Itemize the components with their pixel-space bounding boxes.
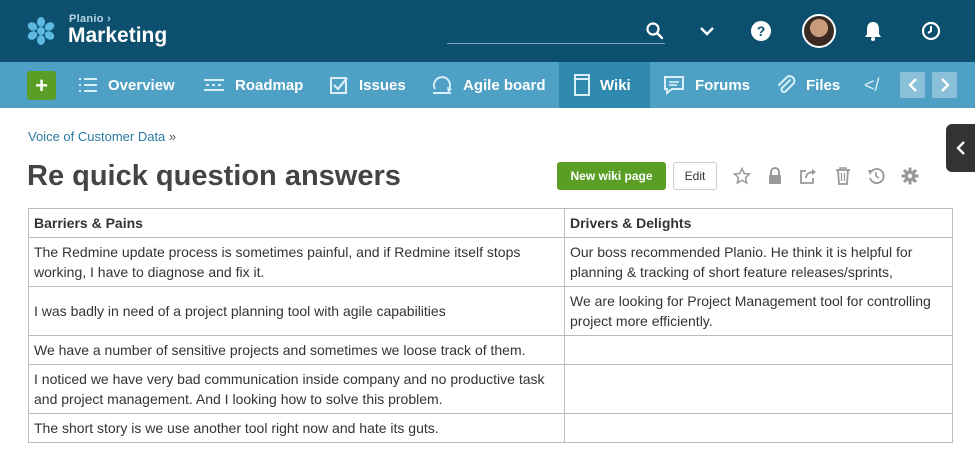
table-cell: I was badly in need of a project plannin…	[28, 286, 565, 336]
tab-label: Forums	[695, 76, 751, 94]
code-icon: </	[864, 74, 880, 95]
table-cell	[564, 335, 953, 365]
table-header-row: Barriers & Pains Drivers & Delights	[28, 208, 953, 238]
trash-icon[interactable]	[833, 166, 853, 186]
column-header-barriers: Barriers & Pains	[28, 208, 565, 238]
chevron-left-icon	[955, 141, 965, 155]
table-row: The Redmine update process is sometimes …	[28, 237, 953, 287]
paperclip-icon	[778, 75, 796, 93]
table-cell	[564, 413, 953, 443]
svg-text:?: ?	[757, 23, 766, 39]
project-name[interactable]: Marketing	[68, 24, 167, 48]
table-cell: I noticed we have very bad communication…	[28, 364, 565, 414]
table-row: I noticed we have very bad communication…	[28, 364, 953, 414]
agile-icon	[433, 76, 452, 94]
table-cell: The short story is we use another tool r…	[28, 413, 565, 443]
tab-roadmap[interactable]: Roadmap	[203, 62, 303, 108]
menu-scroll-right-button[interactable]	[932, 72, 957, 98]
tab-files[interactable]: Files	[776, 62, 840, 108]
sidebar-toggle-button[interactable]	[946, 124, 975, 172]
table-row: We have a number of sensitive projects a…	[28, 335, 953, 365]
project-menu: + Overview Roadmap Issues Agile board Wi…	[0, 62, 975, 108]
clock-icon[interactable]	[918, 18, 944, 44]
table-cell: We are looking for Project Management to…	[564, 286, 953, 336]
tab-label: Overview	[108, 76, 175, 94]
wiki-table: Barriers & Pains Drivers & Delights The …	[28, 208, 953, 443]
tab-issues[interactable]: Issues	[329, 62, 406, 108]
table-row: I was badly in need of a project plannin…	[28, 286, 953, 336]
tab-overview[interactable]: Overview	[78, 62, 185, 108]
tab-label: Issues	[359, 76, 406, 94]
tab-label: Wiki	[600, 76, 631, 94]
lock-icon[interactable]	[765, 166, 785, 186]
tab-agile-board[interactable]: Agile board	[431, 62, 546, 108]
planio-logo-icon[interactable]	[26, 16, 56, 46]
checkbox-icon	[330, 77, 348, 94]
column-header-drivers: Drivers & Delights	[564, 208, 953, 238]
menu-scroll-left-button[interactable]	[900, 72, 925, 98]
tab-label: Roadmap	[235, 76, 304, 94]
chevron-left-icon	[907, 78, 917, 92]
chevron-right-icon	[940, 78, 950, 92]
breadcrumb-link[interactable]: Voice of Customer Data	[28, 129, 165, 144]
user-avatar[interactable]	[802, 14, 836, 48]
top-header: Planio › Marketing ?	[0, 0, 975, 62]
tab-forums[interactable]: Forums	[663, 62, 750, 108]
star-icon[interactable]	[732, 166, 752, 186]
new-item-button[interactable]: +	[27, 71, 56, 100]
table-cell: Our boss recommended Planio. He think it…	[564, 237, 953, 287]
search-icon[interactable]	[645, 21, 665, 41]
search-input[interactable]	[447, 43, 665, 44]
tab-label: Agile board	[463, 76, 546, 94]
breadcrumb: Voice of Customer Data »	[28, 129, 176, 144]
tab-repository[interactable]: </	[864, 62, 880, 108]
gear-icon[interactable]	[900, 166, 920, 186]
share-icon[interactable]	[798, 166, 818, 186]
table-row: The short story is we use another tool r…	[28, 413, 953, 443]
page-title: Re quick question answers	[27, 160, 401, 192]
document-icon	[574, 74, 590, 96]
roadmap-icon	[204, 79, 224, 91]
table-cell: We have a number of sensitive projects a…	[28, 335, 565, 365]
bell-icon[interactable]	[860, 18, 886, 44]
tab-wiki[interactable]: Wiki	[559, 62, 650, 108]
speech-bubble-icon	[664, 76, 684, 95]
breadcrumb-separator: »	[168, 129, 177, 144]
edit-button[interactable]: Edit	[673, 162, 717, 190]
table-cell	[564, 364, 953, 414]
chevron-down-icon[interactable]	[694, 18, 720, 44]
tab-label: Files	[806, 76, 841, 94]
history-icon[interactable]	[866, 166, 886, 186]
list-icon	[79, 78, 97, 92]
table-cell: The Redmine update process is sometimes …	[28, 237, 565, 287]
help-icon[interactable]: ?	[748, 18, 774, 44]
new-wiki-page-button[interactable]: New wiki page	[557, 162, 666, 190]
